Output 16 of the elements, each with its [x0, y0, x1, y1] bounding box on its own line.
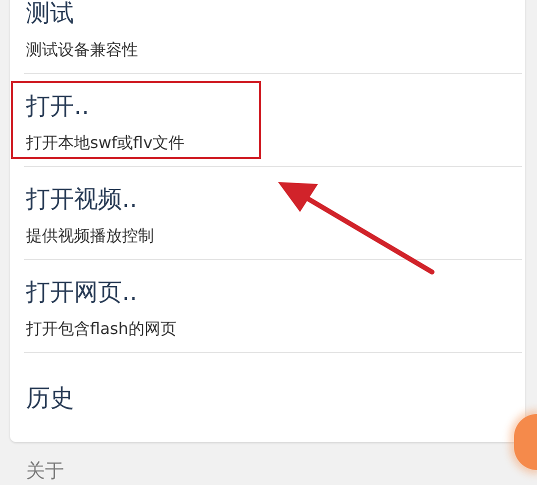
menu-item-subtitle: 测试设备兼容性: [26, 39, 138, 61]
menu-item-subtitle: 打开本地swf或flv文件: [26, 132, 185, 154]
menu-item-title: 测试: [26, 0, 74, 29]
menu-item-title: 打开..: [26, 91, 90, 122]
section-header: 关于: [26, 459, 64, 484]
menu-item[interactable]: 测试 测试设备兼容性: [10, 0, 513, 73]
menu-item[interactable]: 打开网页.. 打开包含flash的网页: [10, 260, 513, 352]
menu-item[interactable]: 打开.. 打开本地swf或flv文件: [10, 74, 513, 166]
floating-button[interactable]: [514, 414, 537, 470]
menu-item-title: 打开网页..: [26, 277, 138, 308]
menu-item-title: 历史: [26, 382, 74, 414]
menu-item-subtitle: 打开包含flash的网页: [26, 318, 176, 340]
menu-item-subtitle: 提供视频播放控制: [26, 225, 154, 247]
menu-item[interactable]: 历史: [10, 353, 513, 442]
menu-item-title: 打开视频..: [26, 184, 138, 215]
menu-item[interactable]: 打开视频.. 提供视频播放控制: [10, 167, 513, 259]
